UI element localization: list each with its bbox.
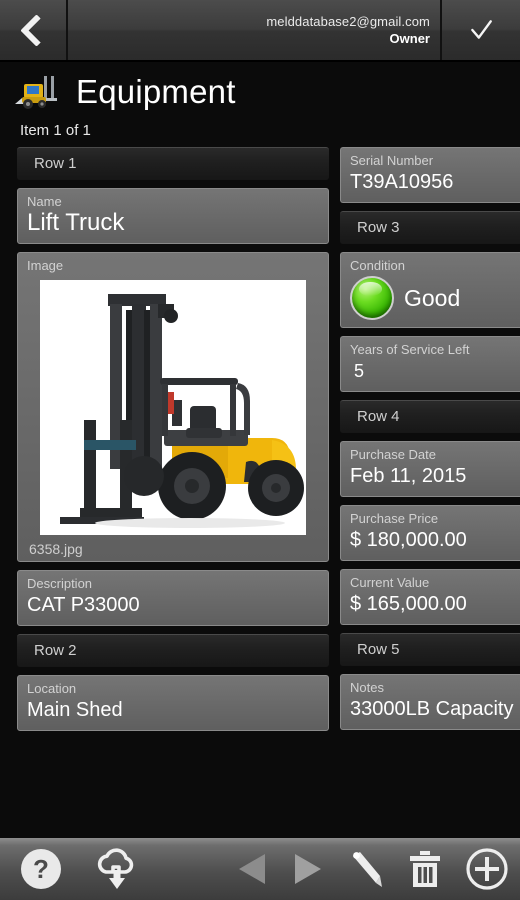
trash-icon xyxy=(410,851,440,887)
plus-circle-icon xyxy=(466,848,508,890)
back-button[interactable] xyxy=(0,0,68,60)
account-email: melddatabase2@gmail.com xyxy=(266,14,430,29)
forklift-photo[interactable] xyxy=(40,280,306,535)
forklift-icon xyxy=(15,76,57,109)
svg-text:?: ? xyxy=(33,854,49,884)
field-location[interactable]: Location Main Shed xyxy=(17,675,329,731)
field-name-value: Lift Truck xyxy=(27,209,125,236)
field-notes-label: Notes xyxy=(350,680,384,695)
field-image[interactable]: Image 6358.jpg xyxy=(17,252,329,562)
field-condition-value: Good xyxy=(404,284,461,311)
pencil-icon xyxy=(353,852,382,887)
forklift-photo-graphic xyxy=(40,280,306,535)
form-columns: Row 1 Name Lift Truck Image 6358.jpg Des… xyxy=(0,147,520,739)
field-years-value: 5 xyxy=(354,361,365,381)
previous-arrow-icon xyxy=(239,854,265,884)
field-name-label: Name xyxy=(27,194,62,209)
field-name[interactable]: Name Lift Truck xyxy=(17,188,329,244)
item-count: Item 1 of 1 xyxy=(20,122,91,139)
bottom-toolbar: ? xyxy=(0,838,520,900)
field-image-caption: 6358.jpg xyxy=(29,541,83,557)
edit-button[interactable] xyxy=(334,850,396,888)
check-icon xyxy=(471,20,492,39)
help-button[interactable]: ? xyxy=(0,848,82,890)
field-purchase-price[interactable]: Purchase Price $ 180,000.00 xyxy=(340,505,520,561)
row-header-2: Row 2 xyxy=(17,634,329,667)
account-info[interactable]: melddatabase2@gmail.com Owner xyxy=(68,0,442,60)
page-title-row: Equipment xyxy=(0,62,520,118)
next-arrow-icon xyxy=(295,854,321,884)
field-serial-number-value: T39A10956 xyxy=(350,171,454,193)
left-column: Row 1 Name Lift Truck Image 6358.jpg Des… xyxy=(0,147,335,739)
field-current-value[interactable]: Current Value $ 165,000.00 xyxy=(340,569,520,625)
cloud-download-icon xyxy=(97,848,134,889)
field-current-value-value: $ 165,000.00 xyxy=(350,593,467,615)
top-bar: melddatabase2@gmail.com Owner xyxy=(0,0,520,62)
add-button[interactable] xyxy=(454,848,520,890)
page-title: Equipment xyxy=(76,73,236,110)
delete-button[interactable] xyxy=(396,850,454,888)
field-condition-label: Condition xyxy=(350,258,405,273)
field-serial-number[interactable]: Serial Number T39A10956 xyxy=(340,147,520,203)
field-years-of-service-left[interactable]: Years of Service Left 5 xyxy=(340,336,520,392)
field-location-label: Location xyxy=(27,681,77,696)
field-purchase-price-label: Purchase Price xyxy=(350,511,439,526)
field-description-label: Description xyxy=(27,576,93,591)
field-purchase-date-value: Feb 11, 2015 xyxy=(350,465,467,487)
field-notes[interactable]: Notes 33000LB Capacity xyxy=(340,674,520,730)
account-role: Owner xyxy=(389,31,430,46)
row-header-1: Row 1 xyxy=(17,147,329,180)
field-description[interactable]: Description CAT P33000 xyxy=(17,570,329,626)
status-indicator-icon xyxy=(350,276,394,320)
app-root: melddatabase2@gmail.com Owner Equipment … xyxy=(0,0,520,900)
row-header-4: Row 4 xyxy=(340,400,520,433)
help-icon: ? xyxy=(21,849,61,889)
right-column: Serial Number T39A10956 Row 3 Condition … xyxy=(335,147,520,739)
field-purchase-date-label: Purchase Date xyxy=(350,447,436,462)
field-image-label: Image xyxy=(27,258,64,273)
field-location-value: Main Shed xyxy=(27,699,123,721)
row-header-5: Row 5 xyxy=(340,633,520,666)
field-condition[interactable]: Condition Good xyxy=(340,252,520,328)
field-purchase-date[interactable]: Purchase Date Feb 11, 2015 xyxy=(340,441,520,497)
next-button[interactable] xyxy=(280,852,334,886)
field-purchase-price-value: $ 180,000.00 xyxy=(350,529,467,551)
field-notes-value: 33000LB Capacity xyxy=(350,698,514,720)
field-current-value-label: Current Value xyxy=(350,575,430,590)
field-years-label: Years of Service Left xyxy=(350,342,470,357)
previous-button[interactable] xyxy=(226,852,280,886)
field-serial-number-label: Serial Number xyxy=(350,153,434,168)
row-header-3: Row 3 xyxy=(340,211,520,244)
download-button[interactable] xyxy=(82,848,152,890)
confirm-button[interactable] xyxy=(442,0,520,60)
field-description-value: CAT P33000 xyxy=(27,594,140,616)
